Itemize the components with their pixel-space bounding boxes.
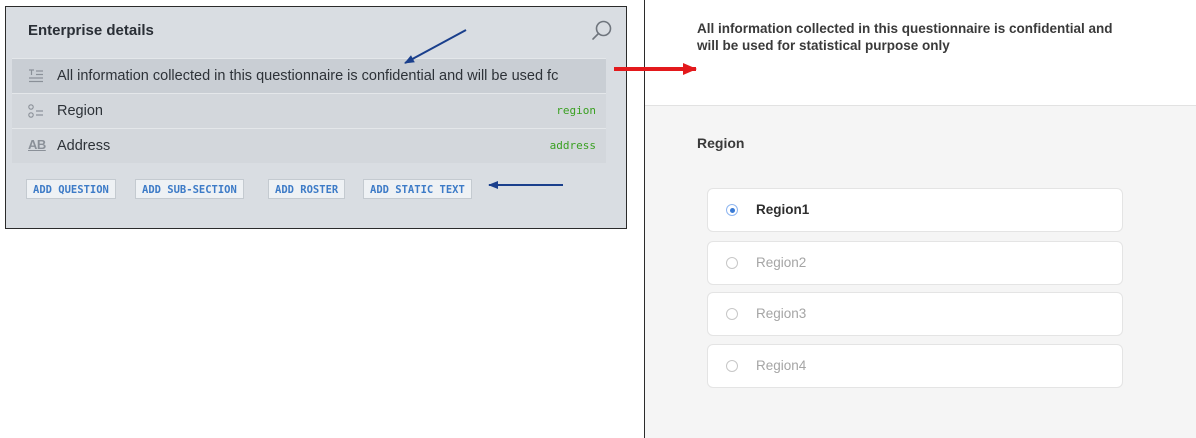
row-label: All information collected in this questi… bbox=[57, 68, 559, 84]
add-sub-section-button[interactable]: ADD SUB-SECTION bbox=[135, 179, 244, 199]
tablet-preview: All information collected in this questi… bbox=[644, 0, 1196, 438]
add-question-button[interactable]: ADD QUESTION bbox=[26, 179, 116, 199]
variable-name: address bbox=[549, 139, 596, 152]
option-region4[interactable]: Region4 bbox=[707, 344, 1123, 388]
static-text: All information collected in this questi… bbox=[697, 21, 1113, 53]
static-text-icon bbox=[29, 69, 43, 83]
question-row-region[interactable]: Region region bbox=[12, 93, 606, 128]
add-roster-button[interactable]: ADD ROSTER bbox=[268, 179, 346, 199]
option-label: Region3 bbox=[756, 306, 807, 321]
radio-icon bbox=[726, 257, 738, 269]
section-header: Enterprise details bbox=[6, 7, 626, 53]
search-icon[interactable] bbox=[590, 19, 614, 43]
question-row-address[interactable]: AB Address address bbox=[12, 128, 606, 163]
section-title: Enterprise details bbox=[28, 22, 154, 39]
single-select-icon bbox=[28, 104, 43, 118]
designer-panel: Enterprise details All information colle… bbox=[5, 6, 627, 229]
text-question-icon: AB bbox=[28, 137, 46, 152]
static-text-row[interactable]: All information collected in this questi… bbox=[12, 58, 606, 93]
radio-selected-icon bbox=[726, 204, 738, 216]
question-title: Region bbox=[697, 135, 745, 151]
variable-name: region bbox=[556, 104, 596, 117]
radio-icon bbox=[726, 360, 738, 372]
static-text-block: All information collected in this questi… bbox=[645, 0, 1196, 106]
option-region1[interactable]: Region1 bbox=[707, 188, 1123, 232]
radio-icon bbox=[726, 308, 738, 320]
option-region2[interactable]: Region2 bbox=[707, 241, 1123, 285]
row-label: Address bbox=[57, 138, 111, 154]
option-region3[interactable]: Region3 bbox=[707, 292, 1123, 336]
option-label: Region1 bbox=[756, 202, 810, 217]
option-label: Region2 bbox=[756, 255, 807, 270]
add-static-text-button[interactable]: ADD STATIC TEXT bbox=[363, 179, 472, 199]
option-label: Region4 bbox=[756, 358, 807, 373]
row-label: Region bbox=[57, 103, 103, 119]
